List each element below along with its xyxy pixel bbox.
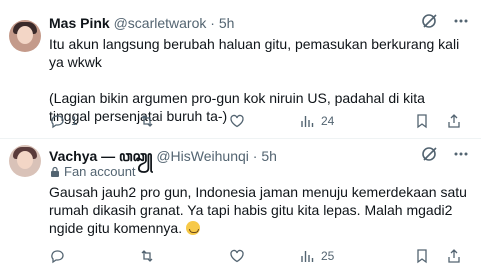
- tweet-2[interactable]: Vachya — ꦮꦕꦾ @HisWeihunqi · 5h Fan accou…: [0, 139, 481, 264]
- reply-button[interactable]: 1: [49, 112, 78, 130]
- grok-icon[interactable]: [421, 12, 439, 35]
- avatar-face: [17, 26, 33, 44]
- display-name[interactable]: Mas Pink: [49, 15, 110, 31]
- reply-icon: [51, 115, 64, 129]
- crying-face-emoji: [185, 221, 200, 235]
- reply-button[interactable]: [49, 247, 65, 265]
- like-icon: [230, 114, 244, 128]
- badge-label: Fan account: [64, 164, 136, 179]
- header-actions: [421, 145, 469, 168]
- action-bar: 1 24: [49, 112, 469, 130]
- bookmark-button[interactable]: [414, 112, 430, 130]
- tweet-header: Vachya — ꦮꦕꦾ @HisWeihunqi · 5h: [49, 147, 277, 165]
- avatar[interactable]: [9, 20, 41, 52]
- more-icon[interactable]: [453, 13, 469, 34]
- tweet-paragraph: Itu akun langsung berubah haluan gitu, p…: [49, 36, 460, 70]
- share-icon: [448, 114, 460, 128]
- header-actions: [421, 12, 469, 35]
- lock-icon: [51, 166, 59, 177]
- views-icon: [301, 251, 314, 262]
- views-icon: [301, 116, 314, 127]
- tweet-1[interactable]: Mas Pink @scarletwarok · 5h Itu akun lan…: [0, 0, 481, 139]
- display-name[interactable]: Vachya — ꦮꦕꦾ: [49, 148, 152, 164]
- retweet-icon: [141, 250, 153, 262]
- user-handle[interactable]: @scarletwarok: [114, 15, 207, 31]
- views-button[interactable]: 24: [299, 112, 334, 130]
- views-count: 24: [321, 114, 335, 128]
- bookmark-button[interactable]: [414, 247, 430, 265]
- tweet-paragraph: Gausah jauh2 pro gun, Indonesia jaman me…: [49, 183, 469, 237]
- separator: ·: [210, 15, 215, 31]
- like-icon: [230, 249, 244, 263]
- grok-icon[interactable]: [421, 145, 439, 168]
- fan-account-badge: Fan account: [49, 164, 136, 180]
- retweet-button[interactable]: [139, 247, 155, 265]
- user-handle[interactable]: @HisWeihunqi: [156, 148, 249, 164]
- action-bar: 25: [49, 247, 469, 265]
- like-button[interactable]: [229, 247, 245, 265]
- reply-count: 1: [71, 114, 78, 128]
- separator: ·: [252, 148, 258, 164]
- tweet-paragraph-text: Gausah jauh2 pro gun, Indonesia jaman me…: [49, 184, 467, 236]
- tweet-header: Mas Pink @scarletwarok · 5h: [49, 14, 234, 32]
- bookmark-icon: [417, 114, 427, 129]
- bookmark-icon: [417, 249, 427, 264]
- tweet-text: Gausah jauh2 pro gun, Indonesia jaman me…: [49, 183, 469, 237]
- views-count: 25: [321, 249, 335, 263]
- timestamp[interactable]: 5h: [219, 15, 235, 31]
- timestamp[interactable]: 5h: [261, 148, 277, 164]
- views-button[interactable]: 25: [299, 247, 334, 265]
- more-icon[interactable]: [453, 146, 469, 167]
- avatar[interactable]: [9, 145, 41, 177]
- reply-icon: [51, 250, 64, 264]
- share-button[interactable]: [446, 247, 462, 265]
- retweet-icon: [141, 115, 153, 127]
- share-button[interactable]: [446, 112, 462, 130]
- share-icon: [448, 249, 460, 263]
- avatar-face: [17, 151, 33, 169]
- like-button[interactable]: [229, 112, 245, 130]
- retweet-button[interactable]: [139, 112, 155, 130]
